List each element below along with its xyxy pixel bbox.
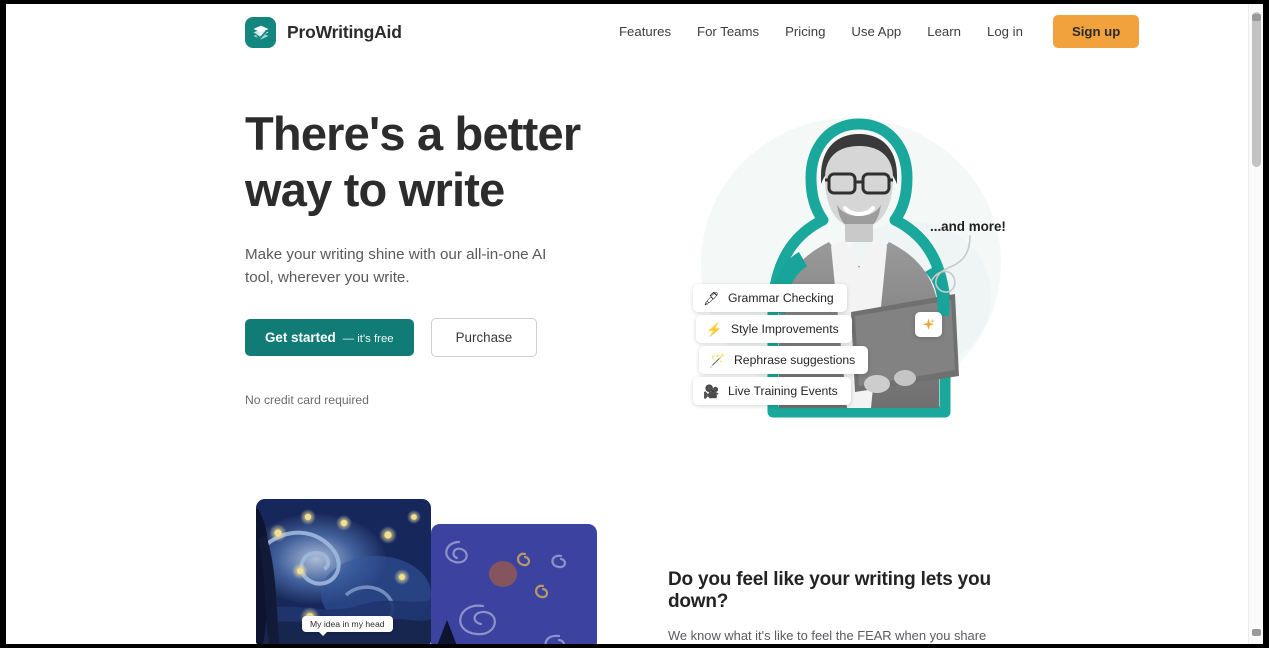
page-viewport: ProWritingAid Features For Teams Pricing… — [6, 4, 1257, 644]
feature-pill-grammar-checking[interactable]: 🖋 Grammar Checking — [693, 284, 847, 312]
nav-link-log-in[interactable]: Log in — [974, 16, 1036, 47]
nav-link-learn[interactable]: Learn — [914, 16, 974, 47]
video-camera-icon: 🎥 — [703, 383, 720, 399]
no-credit-card-note: No credit card required — [245, 393, 369, 408]
prowritingaid-logo-icon — [245, 17, 276, 48]
hero-title: There's a better way to write — [245, 107, 581, 216]
scrollbar-down-arrow-icon[interactable] — [1252, 629, 1261, 636]
feature-pill-rephrase-suggestions[interactable]: 🪄 Rephrase suggestions — [699, 346, 869, 374]
problem-body: We know what it's like to feel the FEAR … — [668, 628, 987, 643]
site-header: ProWritingAid Features For Teams Pricing… — [6, 4, 1257, 61]
problem-copy: Do you feel like your writing lets you d… — [668, 569, 1018, 644]
get-started-sublabel: — it's free — [342, 333, 394, 346]
nav-link-for-teams[interactable]: For Teams — [684, 16, 772, 47]
feature-pill-style-improvements[interactable]: ⚡ Style Improvements — [696, 315, 852, 343]
curly-pointer-icon — [931, 235, 971, 293]
feature-pill-label: Grammar Checking — [728, 291, 834, 305]
feature-pill-label: Rephrase suggestions — [734, 353, 856, 367]
nav-link-pricing[interactable]: Pricing — [772, 16, 838, 47]
brand-logo[interactable]: ProWritingAid — [245, 17, 402, 48]
idea-caption: My idea in my head — [302, 616, 393, 636]
hero-illustration: 🖋 Grammar Checking ⚡ Style Improvements … — [666, 106, 1036, 436]
scrollbar-thumb[interactable] — [1252, 12, 1261, 167]
problem-title: Do you feel like your writing lets you d… — [668, 569, 991, 612]
nav-link-features[interactable]: Features — [606, 16, 684, 47]
problem-section: My idea in my head Do you feel like your… — [6, 481, 1257, 644]
feature-pill-live-training-events[interactable]: 🎥 Live Training Events — [693, 377, 851, 405]
lightning-bolt-icon: ⚡ — [706, 321, 723, 337]
sparkle-icon — [922, 318, 935, 330]
page-scrollbar[interactable] — [1248, 4, 1263, 644]
main-navigation: Features For Teams Pricing Use App Learn… — [606, 15, 1140, 48]
feather-pen-icon: 🖋 — [703, 290, 720, 306]
and-more-label: ...and more! — [930, 219, 1006, 234]
hero-section: There's a better way to write Make your … — [6, 61, 1257, 481]
starry-night-image-card: My idea in my head — [256, 499, 431, 644]
hero-actions: Get started — it's free Purchase — [245, 318, 615, 358]
scribble-doodles — [437, 540, 566, 644]
scrollbar-up-arrow-icon[interactable] — [1252, 14, 1261, 21]
brand-name: ProWritingAid — [287, 22, 402, 42]
sign-up-button[interactable]: Sign up — [1052, 15, 1140, 48]
get-started-label: Get started — [265, 330, 336, 346]
nav-link-use-app[interactable]: Use App — [838, 16, 914, 47]
hero-copy: There's a better way to write Make your … — [245, 106, 615, 407]
scribble-card — [431, 524, 597, 644]
feature-pill-label: Style Improvements — [731, 322, 839, 336]
magic-wand-icon: 🪄 — [709, 352, 726, 368]
get-started-button[interactable]: Get started — it's free — [245, 319, 414, 357]
hero-subtitle: Make your writing shine with our all-in-… — [245, 245, 547, 287]
purchase-button[interactable]: Purchase — [430, 318, 538, 358]
sparkle-badge — [915, 312, 942, 337]
browser-window: ProWritingAid Features For Teams Pricing… — [0, 0, 1269, 648]
feature-pill-label: Live Training Events — [728, 384, 838, 398]
